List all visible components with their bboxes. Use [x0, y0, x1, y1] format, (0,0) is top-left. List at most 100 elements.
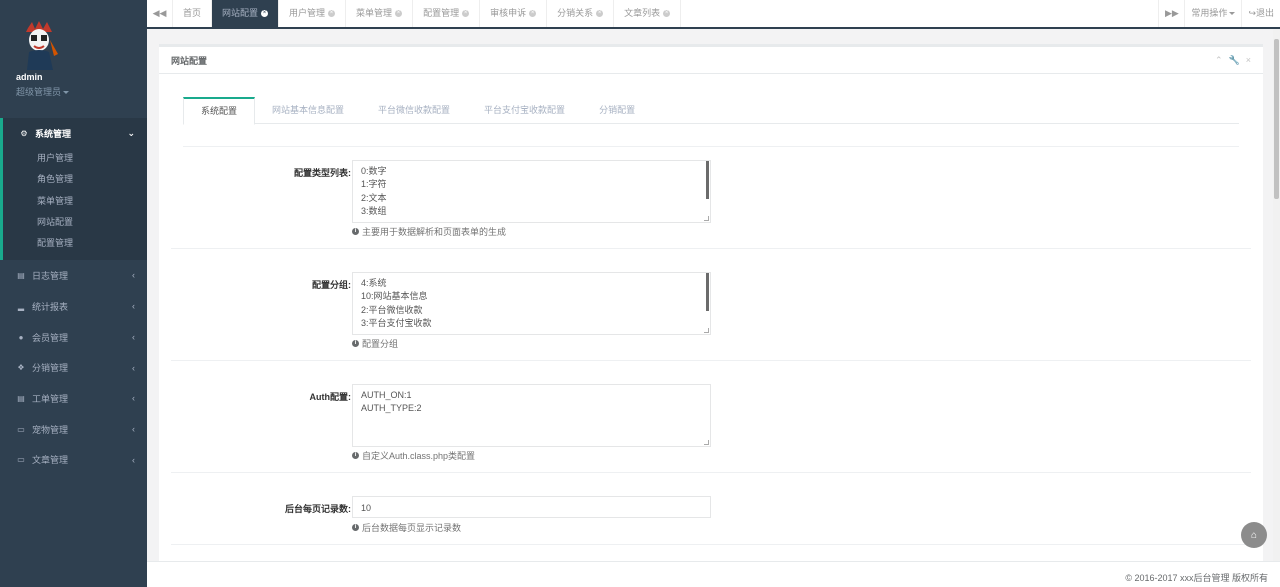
- collapse-icon[interactable]: ⌃: [1215, 55, 1223, 66]
- config-panel: 网站配置 ⌃ 🔧 × 系统配置 网站基本信息配置 平台微信收款配置 平台支付宝收…: [159, 44, 1263, 561]
- sidebar-group-tickets[interactable]: ▤ 工单管理 ‹: [0, 383, 147, 414]
- type-list-textarea[interactable]: 0:数字 1:字符 2:文本 3:数组: [352, 160, 711, 223]
- sidebar-group-members[interactable]: ● 会员管理 ‹: [0, 322, 147, 353]
- tab-distribution-relations[interactable]: 分销关系 ×: [547, 0, 615, 27]
- page-tabs: 首页 网站配置 × 用户管理 × 菜单管理 × 配置管理 × 审核申诉 × 分销关系 × 文…: [173, 0, 682, 27]
- tab-label: 用户管理: [289, 8, 326, 18]
- group-textarea[interactable]: 4:系统 10:网站基本信息 2:平台微信收款 3:平台支付宝收款: [352, 272, 711, 335]
- scrollbar-thumb[interactable]: [1274, 39, 1279, 199]
- sidebar-item-roles[interactable]: 角色管理: [3, 169, 147, 190]
- book-icon: ▭: [17, 455, 25, 465]
- resize-handle[interactable]: [704, 216, 709, 221]
- tab-label: 首页: [183, 8, 202, 18]
- tab-site-config[interactable]: 网站配置 ×: [212, 0, 280, 27]
- tab-home[interactable]: 首页: [173, 0, 213, 27]
- scrollbar-thumb[interactable]: [706, 273, 709, 311]
- panel-header: 网站配置 ⌃ 🔧 ×: [159, 47, 1263, 74]
- auth-textarea[interactable]: AUTH_ON:1 AUTH_TYPE:2: [352, 384, 711, 447]
- sidebar-group-articles[interactable]: ▭ 文章管理 ‹: [0, 445, 147, 476]
- close-icon[interactable]: ×: [328, 10, 336, 17]
- chevron-left-icon: ‹: [132, 423, 135, 434]
- scrollbar-thumb[interactable]: [706, 161, 709, 199]
- sidebar-group-members-header[interactable]: ● 会员管理 ‹: [0, 322, 147, 353]
- sidebar-group-label: 工单管理: [32, 394, 69, 405]
- info-icon: i: [352, 452, 359, 459]
- sidebar-group-logs-header[interactable]: ▤ 日志管理 ‹: [0, 260, 147, 291]
- avatar[interactable]: [22, 20, 60, 70]
- config-tabs: 系统配置 网站基本信息配置 平台微信收款配置 平台支付宝收款配置 分销配置: [183, 97, 1239, 125]
- page-scrollbar[interactable]: [1273, 29, 1280, 561]
- sign-out-icon: ↪: [1248, 8, 1256, 18]
- sidebar-group-distribution[interactable]: ❖ 分销管理 ‹: [0, 353, 147, 384]
- common-ops-label: 常用操作: [1191, 8, 1228, 18]
- sidebar-item-site-config[interactable]: 网站配置: [3, 212, 147, 233]
- textarea-line: 0:数字: [361, 166, 387, 176]
- help-label: 自定义Auth.class.php类配置: [362, 451, 476, 461]
- resize-handle[interactable]: [704, 440, 709, 445]
- sidebar-item-config-manage[interactable]: 配置管理: [3, 233, 147, 254]
- close-icon[interactable]: ×: [663, 10, 671, 17]
- page-size-input[interactable]: 10: [352, 496, 711, 518]
- tab-menus[interactable]: 菜单管理 ×: [346, 0, 414, 27]
- tab-wechat-payment[interactable]: 平台微信收款配置: [361, 97, 467, 124]
- sidebar-group-reports-header[interactable]: ▂ 统计报表 ‹: [0, 291, 147, 322]
- tab-review-appeal[interactable]: 审核申诉 ×: [480, 0, 548, 27]
- user-icon: ●: [18, 332, 24, 342]
- panel-title: 网站配置: [171, 55, 208, 66]
- divider: [171, 544, 1251, 545]
- info-icon: i: [352, 340, 359, 347]
- sidebar-group-system-header[interactable]: ⚙ 系统管理 ⌄: [3, 118, 147, 148]
- user-role: 超级管理员: [16, 87, 62, 97]
- sidebar-group-articles-header[interactable]: ▭ 文章管理 ‹: [0, 445, 147, 476]
- sidebar-group-label: 统计报表: [32, 302, 69, 313]
- tab-distribution-config[interactable]: 分销配置: [582, 97, 652, 124]
- home-icon: ⌂: [1250, 529, 1258, 541]
- sidebar-group-reports[interactable]: ▂ 统计报表 ‹: [0, 291, 147, 322]
- sidebar-group-label: 日志管理: [32, 271, 69, 282]
- home-fab-button[interactable]: ⌂: [1241, 522, 1267, 548]
- list-icon: ▤: [17, 394, 25, 404]
- gear-icon: ⚙: [20, 128, 28, 138]
- tabs-scroll-left-button[interactable]: ◀◀: [147, 0, 173, 27]
- textarea-line: 3:平台支付宝收款: [361, 317, 432, 328]
- sidebar-group-label: 系统管理: [35, 128, 72, 139]
- sidebar-group-system: ⚙ 系统管理 ⌄ 用户管理 角色管理 菜单管理 网站配置 配置管理: [0, 118, 147, 261]
- tab-config-manage[interactable]: 配置管理 ×: [413, 0, 481, 27]
- resize-handle[interactable]: [704, 328, 709, 333]
- tab-users[interactable]: 用户管理 ×: [279, 0, 347, 27]
- sidebar-group-pets[interactable]: ▭ 宠物管理 ‹: [0, 414, 147, 445]
- sidebar-group-tickets-header[interactable]: ▤ 工单管理 ‹: [0, 383, 147, 414]
- sidebar-group-label: 分销管理: [32, 363, 69, 374]
- close-icon[interactable]: ×: [529, 10, 537, 17]
- tab-label: 文章列表: [624, 8, 661, 18]
- textarea-line: 1:字符: [361, 179, 387, 190]
- wrench-icon[interactable]: 🔧: [1229, 55, 1240, 66]
- tabs-scroll-right-button[interactable]: ▶▶: [1158, 0, 1184, 27]
- close-icon[interactable]: ×: [261, 10, 269, 17]
- common-ops-dropdown[interactable]: 常用操作: [1184, 0, 1241, 27]
- tab-alipay-payment[interactable]: 平台支付宝收款配置: [467, 97, 582, 124]
- caret-down-icon: [1229, 12, 1236, 15]
- cubes-icon: ❖: [17, 363, 25, 373]
- close-icon[interactable]: ×: [462, 10, 470, 17]
- textarea-line: 2:平台微信收款: [361, 304, 423, 315]
- panel-tools: ⌃ 🔧 ×: [1215, 55, 1251, 66]
- tab-site-basic-info[interactable]: 网站基本信息配置: [255, 97, 361, 124]
- sidebar-group-distribution-header[interactable]: ❖ 分销管理 ‹: [0, 353, 147, 384]
- sidebar-item-users[interactable]: 用户管理: [3, 148, 147, 169]
- logout-button[interactable]: ↪ 退出: [1241, 0, 1280, 27]
- sidebar-item-menus[interactable]: 菜单管理: [3, 191, 147, 212]
- close-icon[interactable]: ×: [596, 10, 604, 17]
- chevron-left-icon: ‹: [132, 393, 135, 404]
- tab-article-list[interactable]: 文章列表 ×: [614, 0, 682, 27]
- close-icon[interactable]: ×: [395, 10, 403, 17]
- close-icon[interactable]: ×: [1246, 55, 1251, 66]
- sidebar-group-logs[interactable]: ▤ 日志管理 ‹: [0, 260, 147, 291]
- tab-label: 分销关系: [557, 8, 594, 18]
- sidebar-group-pets-header[interactable]: ▭ 宠物管理 ‹: [0, 414, 147, 445]
- tab-system-config[interactable]: 系统配置: [183, 97, 256, 125]
- info-icon: i: [352, 524, 359, 531]
- help-text: i 自定义Auth.class.php类配置: [352, 449, 475, 462]
- sidebar: admin 超级管理员 ⚙ 系统管理 ⌄ 用户管理 角色管理 菜单管理 网站配置…: [0, 0, 147, 587]
- user-role-dropdown[interactable]: 超级管理员: [16, 85, 70, 98]
